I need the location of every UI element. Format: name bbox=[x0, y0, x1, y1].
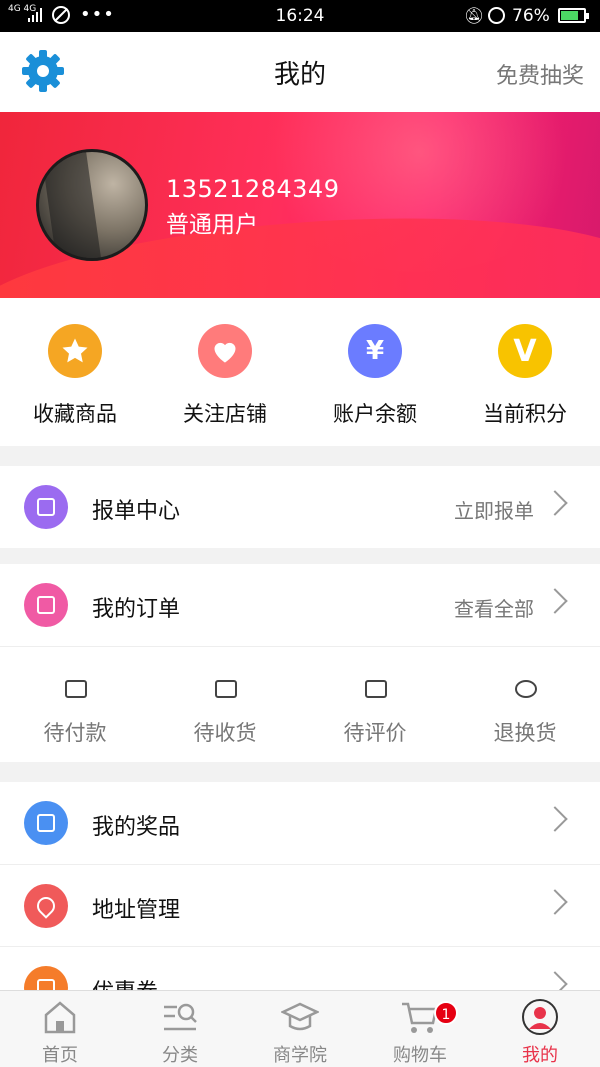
location-icon bbox=[24, 884, 68, 928]
order-status-pending-review[interactable]: 待评价 bbox=[300, 647, 450, 762]
bottom-tab-bar: 首页 分类 商学院 1 购物车 我的 bbox=[0, 990, 600, 1067]
alarm-icon bbox=[488, 7, 505, 24]
row-action: 立即报单 bbox=[454, 499, 534, 523]
chevron-right-icon bbox=[542, 490, 568, 516]
comment-icon bbox=[365, 680, 387, 698]
order-status-label: 待收货 bbox=[193, 721, 257, 745]
free-lottery-link[interactable]: 免费抽奖 bbox=[496, 58, 584, 90]
cart-badge: 1 bbox=[434, 1001, 458, 1025]
my-orders-row[interactable]: 我的订单 查看全部 bbox=[0, 564, 600, 646]
shortcut-followed-stores[interactable]: 关注店铺 bbox=[150, 298, 300, 446]
row-label: 地址管理 bbox=[92, 898, 181, 923]
menu-item-address[interactable]: 地址管理 bbox=[0, 865, 600, 947]
row-action: 查看全部 bbox=[454, 597, 534, 621]
cart-icon bbox=[402, 1002, 438, 1033]
mute-icon: 🔕︎ bbox=[464, 6, 485, 25]
home-icon bbox=[44, 1001, 76, 1034]
profile-banner: 13521284349 普通用户 bbox=[0, 112, 600, 298]
yen-icon: ¥ bbox=[348, 324, 402, 378]
menu-item-prizes[interactable]: 我的奖品 bbox=[0, 782, 600, 864]
shortcut-label: 账户余额 bbox=[333, 402, 417, 426]
order-icon bbox=[24, 583, 68, 627]
tab-mine[interactable]: 我的 bbox=[480, 991, 600, 1067]
graduation-cap-icon bbox=[281, 1002, 319, 1031]
order-status-row: 待付款 待收货 待评价 退换货 bbox=[0, 646, 600, 762]
tab-label: 首页 bbox=[42, 1045, 78, 1066]
order-status-label: 退换货 bbox=[493, 721, 557, 745]
user-phone: 13521284349 bbox=[166, 175, 340, 203]
report-icon bbox=[24, 485, 68, 529]
shortcut-label: 关注店铺 bbox=[183, 402, 267, 426]
heart-icon bbox=[198, 324, 252, 378]
order-status-pending-payment[interactable]: 待付款 bbox=[0, 647, 150, 762]
shortcut-label: 当前积分 bbox=[483, 402, 567, 426]
row-label: 报单中心 bbox=[92, 499, 181, 524]
shortcut-balance[interactable]: ¥ 账户余额 bbox=[300, 298, 450, 446]
truck-icon bbox=[215, 680, 237, 698]
tab-label: 我的 bbox=[522, 1045, 558, 1066]
order-status-pending-delivery[interactable]: 待收货 bbox=[150, 647, 300, 762]
category-icon bbox=[164, 1003, 197, 1031]
user-icon bbox=[522, 999, 558, 1035]
chevron-right-icon bbox=[542, 889, 568, 915]
tab-cart[interactable]: 1 购物车 bbox=[360, 991, 480, 1067]
tab-business-school[interactable]: 商学院 bbox=[240, 991, 360, 1067]
shortcut-points[interactable]: V 当前积分 bbox=[450, 298, 600, 446]
shortcut-row: 收藏商品 关注店铺 ¥ 账户余额 V 当前积分 bbox=[0, 298, 600, 446]
star-icon bbox=[48, 324, 102, 378]
shortcut-favorites[interactable]: 收藏商品 bbox=[0, 298, 150, 446]
order-status-returns[interactable]: 退换货 bbox=[450, 647, 600, 762]
wallet-icon bbox=[65, 680, 87, 698]
battery-percent: 76% bbox=[512, 6, 550, 26]
chevron-right-icon bbox=[542, 588, 568, 614]
tab-home[interactable]: 首页 bbox=[0, 991, 120, 1067]
app-header: 我的 免费抽奖 bbox=[0, 32, 600, 112]
clock: 16:24 bbox=[275, 6, 325, 26]
tab-label: 购物车 bbox=[393, 1045, 447, 1066]
tab-label: 分类 bbox=[162, 1045, 198, 1066]
points-icon: V bbox=[498, 324, 552, 378]
gift-icon bbox=[24, 801, 68, 845]
row-label: 我的奖品 bbox=[92, 815, 181, 840]
avatar[interactable] bbox=[36, 149, 148, 261]
refund-icon bbox=[515, 680, 537, 698]
order-status-label: 待评价 bbox=[343, 721, 407, 745]
order-status-label: 待付款 bbox=[43, 721, 107, 745]
battery-icon bbox=[558, 8, 589, 23]
report-center-row[interactable]: 报单中心 立即报单 bbox=[0, 466, 600, 548]
tab-category[interactable]: 分类 bbox=[120, 991, 240, 1067]
tab-label: 商学院 bbox=[273, 1045, 327, 1066]
chevron-right-icon bbox=[542, 806, 568, 832]
user-level: 普通用户 bbox=[166, 212, 258, 238]
shortcut-label: 收藏商品 bbox=[33, 402, 117, 426]
row-label: 我的订单 bbox=[92, 597, 181, 622]
status-bar: 4G 4G ••• 16:24 🔕︎ 76% bbox=[0, 0, 600, 32]
